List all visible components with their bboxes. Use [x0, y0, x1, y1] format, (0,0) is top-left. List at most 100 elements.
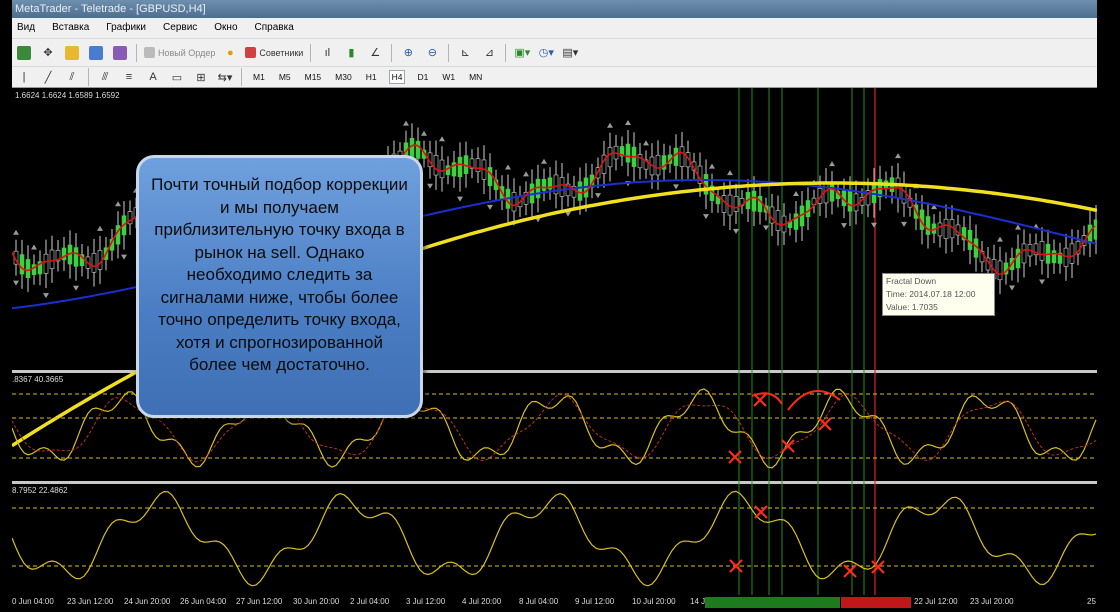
fractal-up: [793, 190, 799, 196]
templates-icon[interactable]: ▤▾: [561, 44, 579, 62]
trendline-icon[interactable]: ╱: [39, 68, 57, 86]
candle-body: [415, 140, 421, 159]
fibo-levels-icon[interactable]: ≡: [120, 68, 138, 86]
fibo-fan-icon[interactable]: ⫻: [96, 68, 114, 86]
menu-service[interactable]: Сервис: [163, 18, 197, 38]
timeframe-h1[interactable]: H1: [364, 71, 379, 83]
new-chart-icon[interactable]: [15, 44, 33, 62]
periods-icon[interactable]: ◷▾: [537, 44, 555, 62]
fractal-down: [763, 225, 769, 231]
time-axis-label: 4 Jul 20:00: [462, 597, 502, 606]
time-axis-label: 30 Jun 20:00: [293, 597, 340, 606]
candle-body: [793, 213, 799, 230]
navigator-icon[interactable]: [87, 44, 105, 62]
oscillator-header: 8.7952 22.4862: [12, 486, 68, 495]
line-studies-toolbar: | ╱ ⫽ ⫻ ≡ A ▭ ⊞ ⇆▾ M1 M5 M15 M30 H1 H4 D…: [12, 66, 1097, 88]
fractal-up: [505, 164, 511, 170]
channel-icon[interactable]: ⫽: [63, 68, 81, 86]
annotation-cross: [843, 564, 857, 578]
time-axis-label: 24 Jun 20:00: [124, 597, 171, 606]
expert-advisors-button[interactable]: Советники: [245, 44, 303, 62]
candle-body: [97, 250, 103, 270]
timeframe-m5[interactable]: M5: [277, 71, 293, 83]
ohlc-header: 1.6624 1.6624 1.6589 1.6592: [15, 91, 120, 100]
new-order-button[interactable]: Новый Ордер: [144, 44, 215, 62]
candle-body: [559, 177, 565, 197]
annotation-cross: [871, 560, 885, 574]
toolbar-separator: [241, 68, 242, 86]
time-axis-label: 0 Jun 04:00: [12, 597, 54, 606]
fractal-down: [13, 280, 19, 286]
candle-body: [967, 229, 973, 250]
vertical-line-icon[interactable]: |: [15, 68, 33, 86]
fractal-up: [997, 236, 1003, 242]
candle-body: [535, 178, 541, 199]
timeframe-m30[interactable]: M30: [333, 71, 354, 83]
fractal-up: [829, 161, 835, 167]
timeframe-m15[interactable]: M15: [303, 71, 324, 83]
candle-body: [91, 253, 97, 273]
candle-body: [673, 147, 679, 166]
text-icon[interactable]: A: [144, 68, 162, 86]
zoom-out-icon[interactable]: ⊖: [423, 44, 441, 62]
chart-shift-icon[interactable]: ⊿: [480, 44, 498, 62]
candle-body: [25, 259, 31, 279]
fractal-down: [427, 183, 433, 189]
indicators-icon[interactable]: ▣▾: [513, 44, 531, 62]
warning-icon[interactable]: ●: [221, 44, 239, 62]
time-axis-label: 10 Jul 20:00: [632, 597, 676, 606]
toolbar-separator: [448, 43, 450, 62]
candle-body: [577, 181, 583, 201]
candle-body: [19, 254, 25, 275]
fractal-down: [733, 228, 739, 234]
candle-body: [457, 156, 463, 178]
timeframe-m1[interactable]: M1: [251, 71, 267, 83]
candle-body: [541, 179, 547, 191]
fractal-down: [595, 193, 601, 199]
timeframe-mn[interactable]: MN: [467, 71, 484, 83]
favorites-icon[interactable]: [63, 44, 81, 62]
menu-view[interactable]: Вид: [17, 18, 35, 38]
candle-body: [721, 195, 727, 213]
candle-body: [937, 222, 943, 237]
tooltip-time: Time: 2014.07.18 12:00: [886, 289, 976, 299]
arrows-icon[interactable]: ⇆▾: [216, 68, 234, 86]
menu-window[interactable]: Окно: [214, 18, 237, 38]
candle-body: [433, 155, 439, 176]
fractal-down: [1009, 285, 1015, 291]
title-bar[interactable]: MetaTrader - Teletrade - [GBPUSD,H4]: [12, 0, 1097, 18]
candle-body: [1015, 248, 1021, 269]
zoom-in-icon[interactable]: ⊕: [399, 44, 417, 62]
timeframe-w1[interactable]: W1: [440, 71, 457, 83]
fractal-down: [703, 214, 709, 220]
new-order-icon: [144, 47, 155, 58]
axis-highlight-green: [705, 597, 840, 608]
candle-chart-icon[interactable]: ▮: [342, 44, 360, 62]
candle-body: [775, 210, 781, 231]
menu-insert[interactable]: Вставка: [52, 18, 89, 38]
menu-charts[interactable]: Графики: [106, 18, 146, 38]
candle-body: [487, 167, 493, 187]
tooltip-title: Fractal Down: [886, 276, 937, 286]
candle-body: [607, 147, 613, 168]
auto-scroll-icon[interactable]: ⊾: [456, 44, 474, 62]
menu-help[interactable]: Справка: [255, 18, 294, 38]
candle-body: [625, 143, 631, 163]
line-chart-icon[interactable]: ∠: [366, 44, 384, 62]
candle-body: [73, 247, 79, 267]
time-axis-label: 23 Jun 12:00: [67, 597, 114, 606]
candle-body: [1021, 243, 1027, 264]
toolbar-separator: [88, 68, 89, 86]
candle-body: [1051, 250, 1057, 264]
fractal-down: [1039, 279, 1045, 285]
new-order-label: Новый Ордер: [158, 47, 216, 58]
grid-icon[interactable]: ⊞: [192, 68, 210, 86]
toolbar-separator: [310, 43, 312, 62]
fractal-up: [643, 140, 649, 146]
timeframe-h4[interactable]: H4: [388, 70, 406, 84]
text-label-icon[interactable]: ▭: [168, 68, 186, 86]
timeframe-d1[interactable]: D1: [415, 71, 430, 83]
profiles-icon[interactable]: ✥: [39, 44, 57, 62]
data-window-icon[interactable]: [111, 44, 129, 62]
bar-chart-icon[interactable]: ıl: [318, 44, 336, 62]
